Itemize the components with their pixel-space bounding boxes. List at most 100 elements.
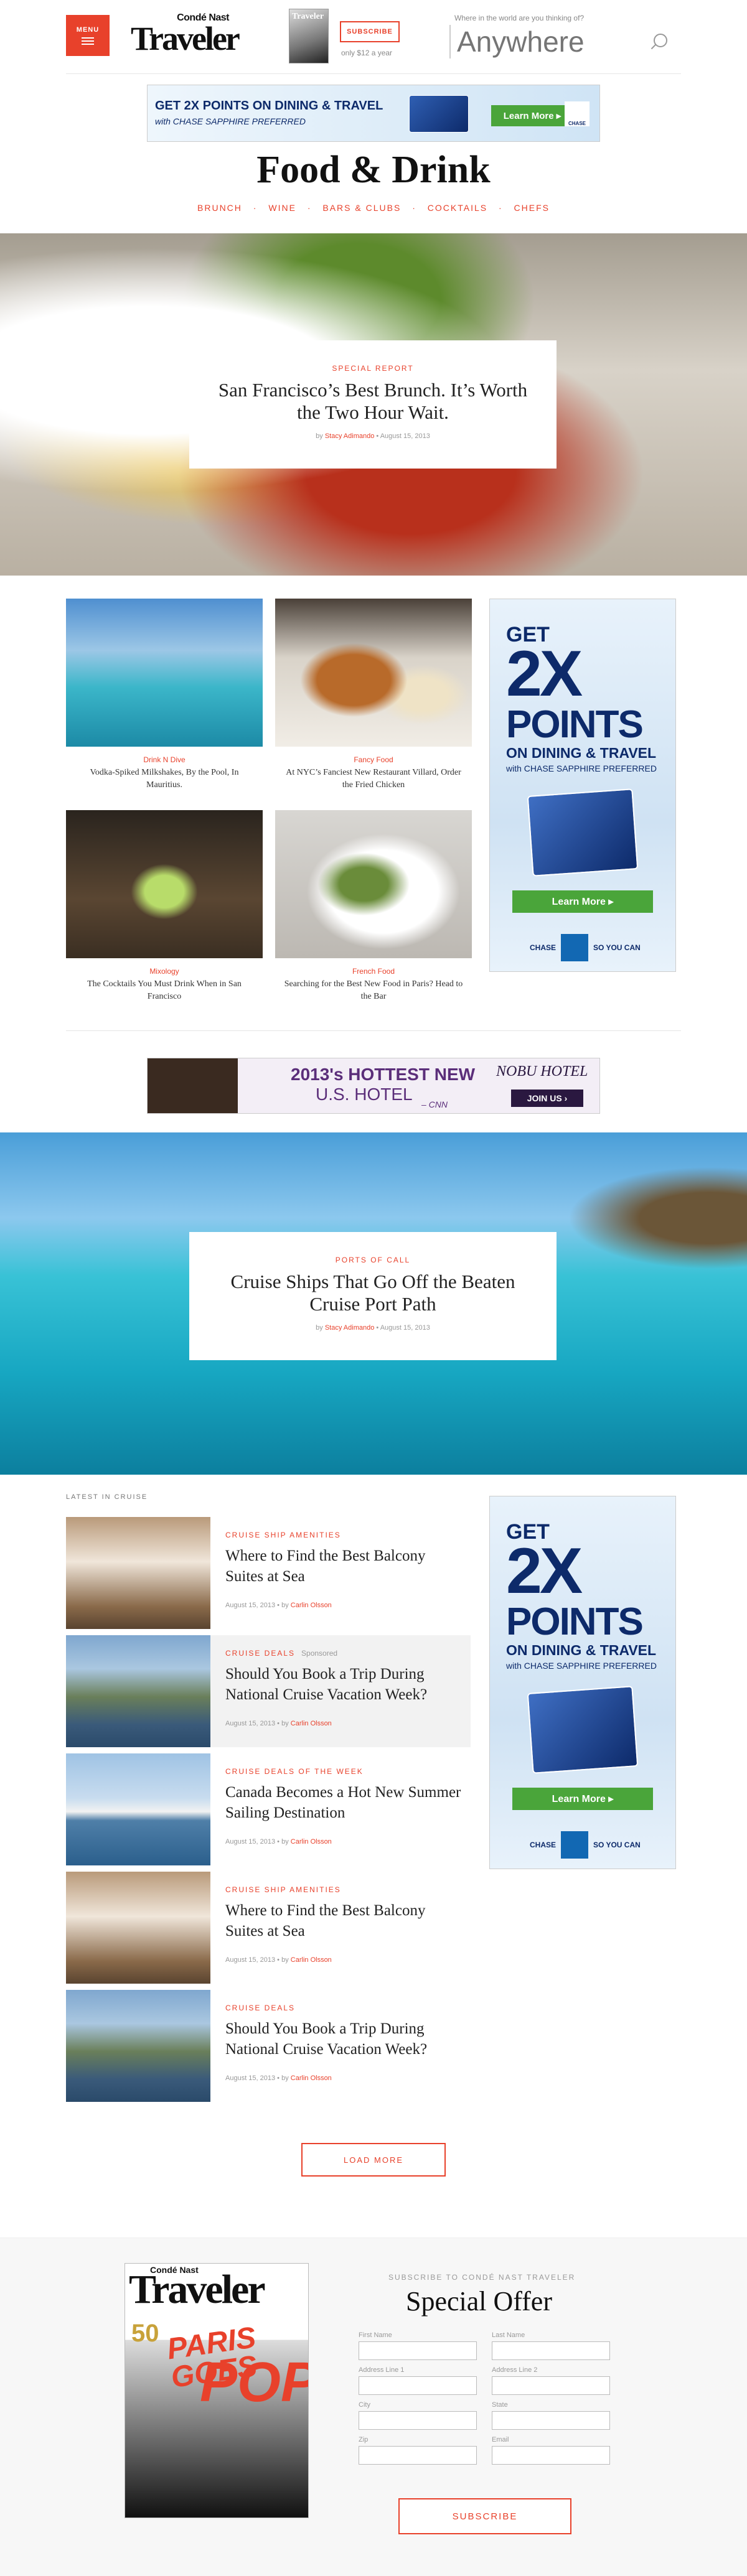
address2-field[interactable] [492, 2376, 610, 2395]
subscribe-submit-button[interactable]: SUBSCRIBE [398, 2498, 571, 2534]
list-meta: August 15, 2013 • by Carlin Olsson [225, 1602, 332, 1609]
logo-main-text: Traveler [131, 20, 240, 57]
hero-headline[interactable]: San Francisco’s Best Brunch. It’s Worth … [189, 379, 557, 424]
story-category[interactable]: Drink N Dive [66, 755, 263, 764]
menu-button[interactable]: MENU [66, 15, 110, 56]
list-item[interactable]: CRUISE SHIP AMENITIES Where to Find the … [66, 1872, 471, 1984]
list-author-link[interactable]: Carlin Olsson [291, 1720, 332, 1727]
list-title[interactable]: Should You Book a Trip During National C… [225, 2018, 462, 2060]
list-thumb-balcony[interactable] [66, 1517, 210, 1629]
nobu-hotel-ad[interactable]: 2013's HOTTEST NEW U.S. HOTEL – CNN NOBU… [147, 1058, 600, 1114]
first-name-field[interactable] [359, 2341, 477, 2360]
story-image-cocktail[interactable] [66, 810, 263, 958]
story-title[interactable]: The Cocktails You Must Drink When in San… [66, 978, 263, 1003]
story-title[interactable]: Searching for the Best New Food in Paris… [275, 978, 472, 1003]
story-title[interactable]: At NYC’s Fanciest New Restaurant Villard… [275, 767, 472, 791]
story-category[interactable]: Fancy Food [275, 755, 472, 764]
page-title: Food & Drink [256, 149, 491, 191]
address1-label: Address Line 1 [359, 2366, 405, 2374]
subscribe-kicker: SUBSCRIBE TO CONDÉ NAST TRAVELER [388, 2273, 576, 2282]
chase-leaderboard-ad[interactable]: GET 2X POINTS ON DINING & TRAVEL with CH… [147, 85, 600, 142]
story-category[interactable]: Mixology [66, 967, 263, 976]
subnav-cocktails[interactable]: COCKTAILS [428, 203, 487, 213]
subnav-bars-clubs[interactable]: BARS & CLUBS [322, 203, 401, 213]
list-author-link[interactable]: Carlin Olsson [291, 1838, 332, 1846]
list-author-link[interactable]: Carlin Olsson [291, 1956, 332, 1964]
state-field[interactable] [492, 2411, 610, 2430]
zip-label: Zip [359, 2436, 369, 2443]
story-category[interactable]: French Food [275, 967, 472, 976]
list-title[interactable]: Canada Becomes a Hot New Summer Sailing … [225, 1782, 462, 1823]
list-author-link[interactable]: Carlin Olsson [291, 2074, 332, 2082]
search-icon[interactable] [654, 34, 667, 47]
section-subnav: BRUNCH · WINE · BARS & CLUBS · COCKTAILS… [0, 203, 747, 213]
search-input[interactable] [449, 25, 649, 58]
grid-story[interactable]: Drink N Dive Vodka-Spiked Milkshakes, By… [66, 599, 263, 791]
ad-2x-text: 2X [506, 1535, 583, 1607]
grid-story[interactable]: Fancy Food At NYC’s Fanciest New Restaur… [275, 599, 472, 791]
list-author-link[interactable]: Carlin Olsson [291, 1602, 332, 1609]
chase-octagon-icon [561, 1831, 589, 1859]
chase-skyscraper-ad[interactable]: GET 2X POINTS ON DINING & TRAVEL with CH… [489, 1496, 676, 1869]
list-thumb-river[interactable] [66, 1990, 210, 2102]
list-title[interactable]: Where to Find the Best Balcony Suites at… [225, 1900, 462, 1941]
email-field[interactable] [492, 2446, 610, 2465]
list-thumb-balcony[interactable] [66, 1872, 210, 1984]
hero-headline[interactable]: Cruise Ships That Go Off the Beaten Crui… [189, 1271, 557, 1315]
subscribe-price: only $12 a year [341, 49, 393, 57]
credit-card-image [527, 788, 639, 877]
credit-card-image [527, 1686, 639, 1774]
zip-field[interactable] [359, 2446, 477, 2465]
hero-image-brunch[interactable]: SPECIAL REPORT San Francisco’s Best Brun… [0, 233, 747, 576]
chase-skyscraper-ad[interactable]: GET 2X POINTS ON DINING & TRAVEL with CH… [489, 599, 676, 972]
last-name-field[interactable] [492, 2341, 610, 2360]
list-item[interactable]: CRUISE SHIP AMENITIES Where to Find the … [66, 1517, 471, 1629]
list-meta: August 15, 2013 • by Carlin Olsson [225, 2074, 332, 2082]
ad-learn-more-button[interactable]: Learn More ▸ [512, 1788, 653, 1810]
credit-card-image [409, 95, 469, 133]
first-name-label: First Name [359, 2331, 392, 2339]
subnav-brunch[interactable]: BRUNCH [197, 203, 242, 213]
join-us-button[interactable]: JOIN US › [511, 1090, 583, 1107]
ad-learn-more-button[interactable]: Learn More ▸ [512, 890, 653, 913]
last-name-label: Last Name [492, 2331, 525, 2339]
grid-story[interactable]: French Food Searching for the Best New F… [275, 810, 472, 1003]
story-image-pool[interactable] [66, 599, 263, 747]
story-title[interactable]: Vodka-Spiked Milkshakes, By the Pool, In… [66, 767, 263, 791]
city-field[interactable] [359, 2411, 477, 2430]
list-title[interactable]: Should You Book a Trip During National C… [225, 1664, 462, 1705]
header-subscribe-button[interactable]: SUBSCRIBE [340, 21, 400, 42]
grid-story[interactable]: Mixology The Cocktails You Must Drink Wh… [66, 810, 263, 1003]
ad-learn-more-button[interactable]: Learn More ▸ [491, 105, 573, 126]
list-title[interactable]: Where to Find the Best Balcony Suites at… [225, 1546, 462, 1587]
story-image-paris-dish[interactable] [275, 810, 472, 958]
list-item[interactable]: CRUISE DEALS OF THE WEEK Canada Becomes … [66, 1753, 471, 1865]
list-item[interactable]: CRUISE DEALS Should You Book a Trip Duri… [66, 1990, 471, 2102]
subnav-wine[interactable]: WINE [268, 203, 296, 213]
ad-dining-text: ON DINING & TRAVEL [506, 745, 657, 761]
address2-label: Address Line 2 [492, 2366, 538, 2374]
chase-octagon-icon [561, 934, 589, 961]
hero-image-cruise[interactable]: PORTS OF CALL Cruise Ships That Go Off t… [0, 1132, 747, 1475]
list-meta: August 15, 2013 • by Carlin Olsson [225, 1956, 332, 1964]
subnav-chefs[interactable]: CHEFS [514, 203, 550, 213]
list-kicker: CRUISE DEALS OF THE WEEK [225, 1767, 364, 1776]
hero-date: August 15, 2013 [380, 432, 430, 440]
address1-field[interactable] [359, 2376, 477, 2395]
list-kicker: CRUISE DEALS [225, 2004, 296, 2012]
list-thumb-cruise-ship[interactable] [66, 1753, 210, 1865]
ad-with-text: with CHASE SAPPHIRE PREFERRED [506, 1661, 657, 1671]
hero-author-link[interactable]: Stacy Adimando [325, 432, 375, 440]
hotel-ad-subline: U.S. HOTEL [316, 1085, 413, 1104]
load-more-button[interactable]: LOAD MORE [301, 2143, 446, 2177]
story-image-fried-chicken[interactable] [275, 599, 472, 747]
list-thumb-river[interactable] [66, 1635, 210, 1747]
magazine-cover-image[interactable]: Condé Nast Traveler 50 PARIS GOES POP! [125, 2263, 309, 2518]
site-logo[interactable]: Condé Nast Traveler [131, 12, 243, 57]
hero-story-card[interactable]: SPECIAL REPORT San Francisco’s Best Brun… [189, 340, 557, 469]
hero-story-card[interactable]: PORTS OF CALL Cruise Ships That Go Off t… [189, 1232, 557, 1360]
list-item-sponsored[interactable]: CRUISE DEALS Sponsored Should You Book a … [66, 1635, 471, 1747]
header-divider [66, 73, 681, 74]
hero-author-link[interactable]: Stacy Adimando [325, 1324, 375, 1332]
magazine-cover-thumbnail[interactable]: Traveler [289, 9, 329, 63]
